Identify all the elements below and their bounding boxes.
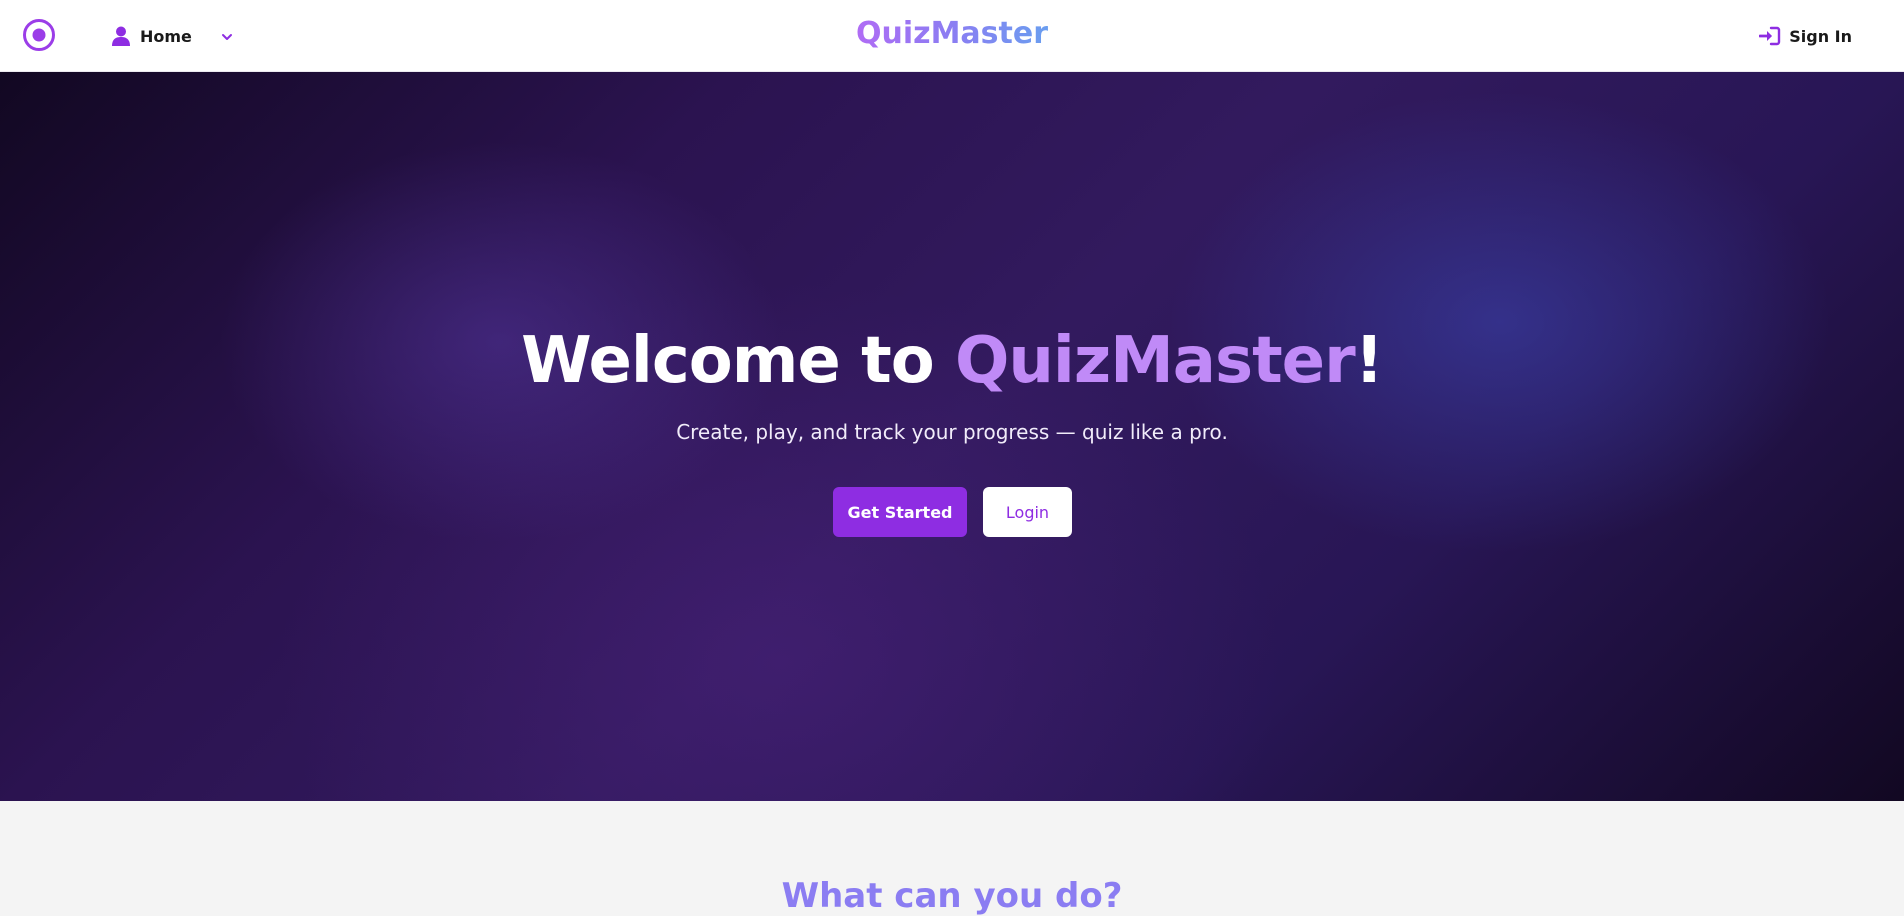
person-icon: [112, 26, 130, 46]
hero-section: Welcome to QuizMaster! Create, play, and…: [0, 72, 1904, 801]
navbar: Home QuizMaster Sign In: [0, 0, 1904, 72]
sign-in-label: Sign In: [1789, 26, 1852, 46]
features-heading: What can you do?: [781, 876, 1123, 916]
brand-name[interactable]: QuizMaster: [856, 16, 1048, 51]
login-button[interactable]: Login: [983, 487, 1072, 537]
home-menu-label: Home: [140, 26, 192, 46]
brand-title: QuizMaster: [0, 16, 1904, 51]
home-menu-dropdown[interactable]: Home: [112, 22, 234, 50]
chevron-down-icon: [220, 29, 234, 43]
hero-title-suffix: !: [1354, 324, 1384, 398]
hero-title: Welcome to QuizMaster!: [0, 324, 1904, 398]
get-started-button[interactable]: Get Started: [833, 487, 967, 537]
sign-in-link[interactable]: Sign In: [1758, 22, 1852, 50]
sign-in-icon: [1758, 26, 1781, 46]
logo-icon[interactable]: [22, 18, 56, 52]
hero-title-prefix: Welcome to: [521, 324, 955, 398]
hero-title-brand: QuizMaster: [954, 324, 1356, 398]
hero-subtitle: Create, play, and track your progress — …: [676, 420, 1228, 444]
